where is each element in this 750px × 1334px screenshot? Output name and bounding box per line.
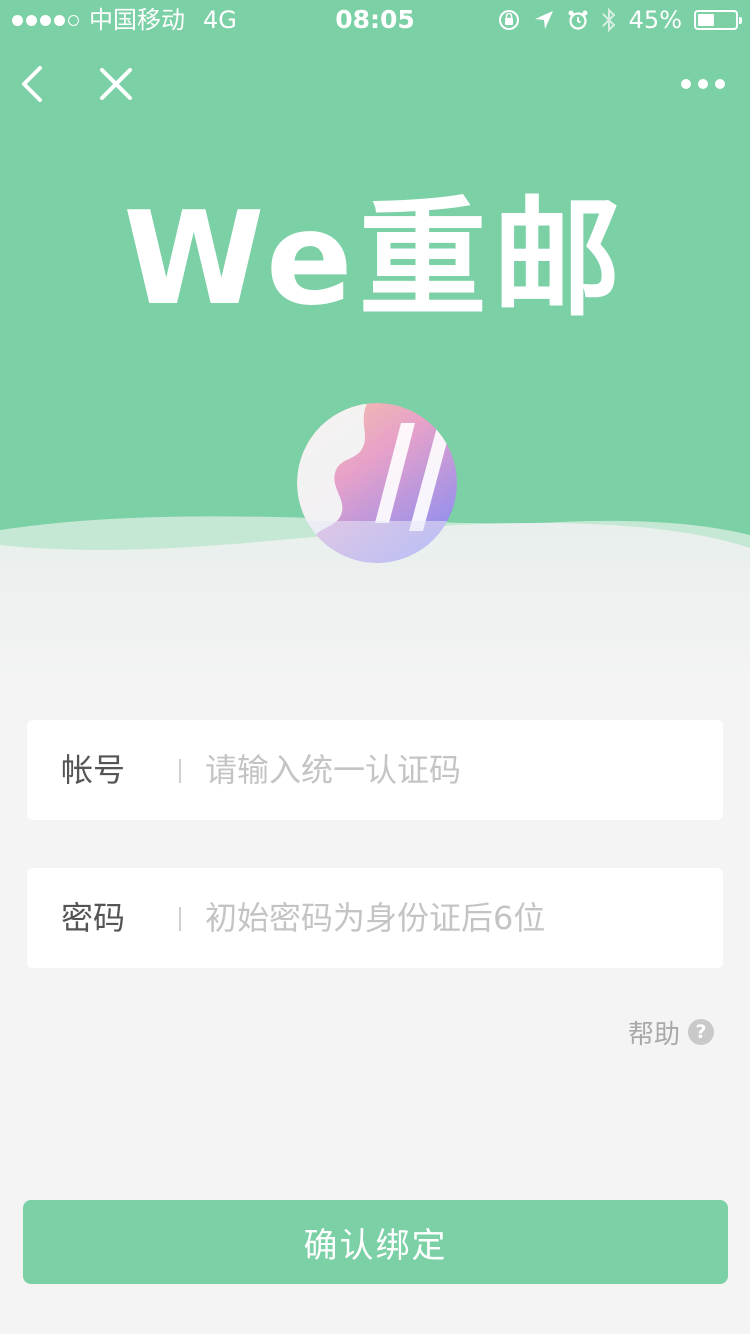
nav-bar	[0, 48, 750, 120]
password-label: 密码	[61, 899, 126, 937]
location-arrow-icon	[534, 11, 553, 29]
header-banner: We重邮	[0, 0, 750, 690]
help-link[interactable]: 帮助 ?	[628, 1012, 714, 1052]
battery-icon	[694, 10, 742, 30]
app-logo-text: We重邮	[123, 185, 627, 334]
help-label: 帮助	[627, 1019, 680, 1050]
close-icon	[100, 68, 132, 100]
close-button[interactable]	[86, 48, 146, 120]
more-dots-icon	[681, 79, 725, 89]
app-icon	[297, 403, 457, 563]
password-field: 密码	[27, 868, 723, 968]
field-divider	[179, 907, 181, 931]
account-field: 帐号	[27, 720, 723, 820]
alarm-icon	[568, 10, 588, 30]
field-divider	[179, 759, 181, 783]
account-label: 帐号	[61, 751, 126, 789]
question-circle-icon: ?	[688, 1019, 714, 1045]
password-input[interactable]	[205, 888, 695, 948]
battery-percent: 45%	[628, 6, 682, 34]
status-bar: 中国移动 4G 08:05 45%	[0, 0, 750, 40]
confirm-bind-button[interactable]: 确认绑定	[23, 1200, 728, 1284]
account-input[interactable]	[205, 740, 695, 800]
bluetooth-icon	[601, 7, 616, 33]
back-button[interactable]	[2, 48, 62, 120]
chevron-left-icon	[22, 66, 42, 102]
orientation-lock-icon	[498, 10, 519, 30]
more-button[interactable]	[668, 48, 738, 120]
